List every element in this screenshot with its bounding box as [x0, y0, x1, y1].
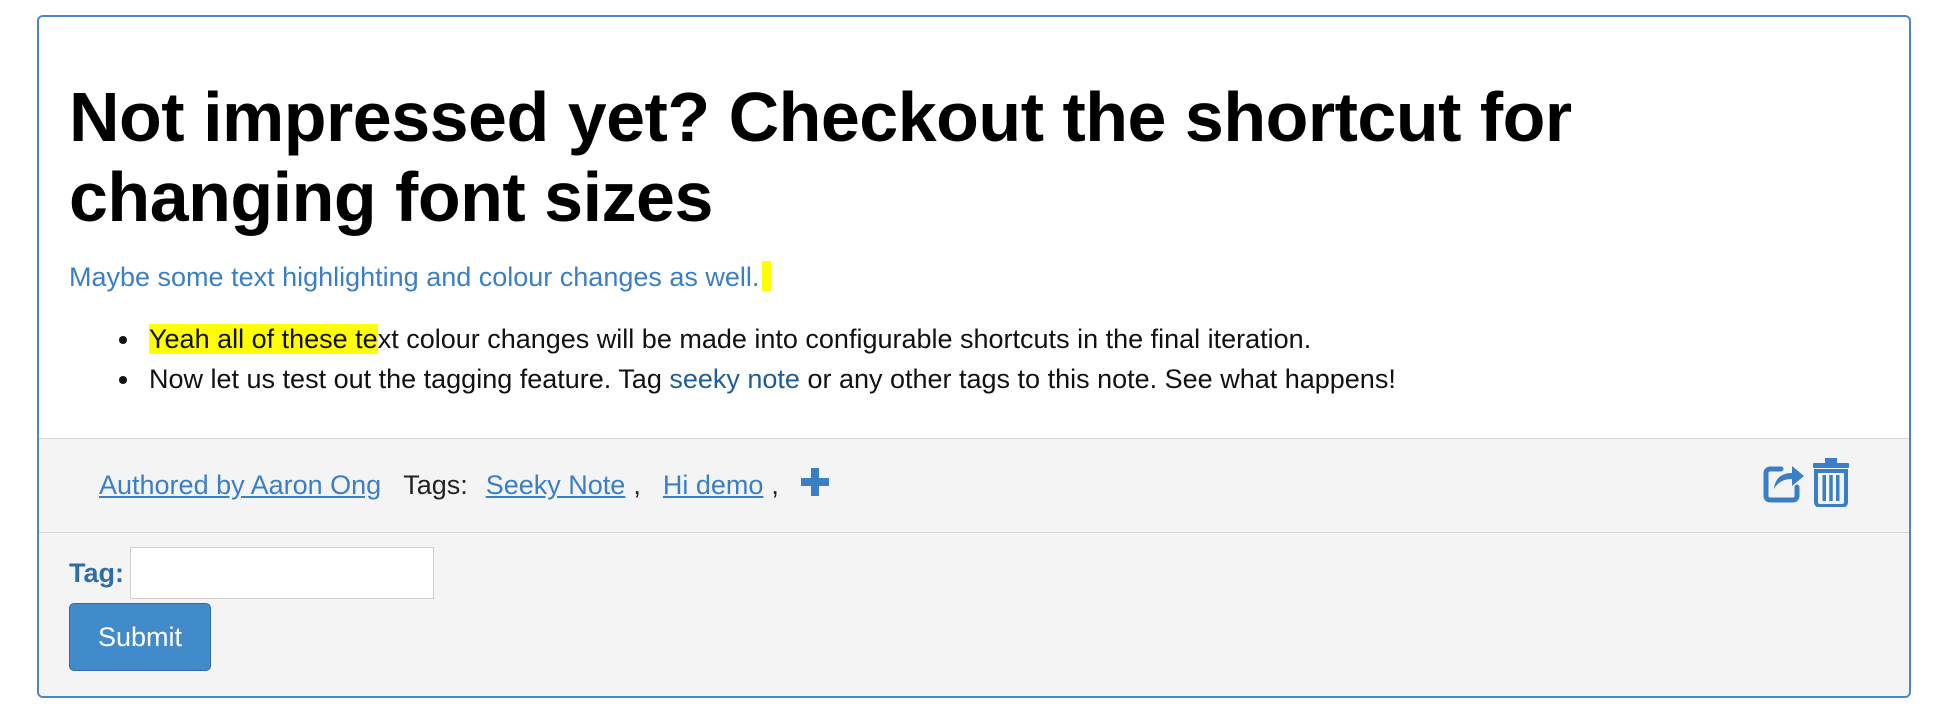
- tag-separator: ,: [633, 469, 641, 500]
- note-body: Not impressed yet? Checkout the shortcut…: [39, 17, 1909, 438]
- tag-row: Tag:: [69, 547, 434, 599]
- delete-button[interactable]: [1811, 457, 1851, 512]
- note-card: Not impressed yet? Checkout the shortcut…: [37, 15, 1911, 698]
- subtitle-text: Maybe some text highlighting and colour …: [69, 262, 760, 292]
- meta-row: Authored by Aaron Ong Tags: Seeky Note ,…: [99, 463, 829, 507]
- note-title: Not impressed yet? Checkout the shortcut…: [69, 78, 1572, 236]
- note-actions: [1761, 457, 1851, 512]
- bullet-text: xt colour changes will be made into conf…: [377, 324, 1312, 354]
- tag-input[interactable]: [130, 547, 434, 599]
- seeky-note-link[interactable]: seeky note: [669, 364, 800, 394]
- author-link[interactable]: Authored by Aaron Ong: [99, 470, 381, 501]
- list-item: Yeah all of these text colour changes wi…: [119, 319, 1396, 359]
- plus-icon: [800, 468, 829, 496]
- submit-button[interactable]: Submit: [69, 603, 211, 671]
- note-subtitle: Maybe some text highlighting and colour …: [69, 259, 772, 295]
- note-bullet-list: Yeah all of these text colour changes wi…: [119, 319, 1396, 399]
- share-icon: [1763, 466, 1804, 503]
- tag-form: Tag: Submit: [69, 547, 434, 671]
- tag-separator: ,: [771, 469, 779, 500]
- tags-label: Tags:: [403, 469, 468, 500]
- note-footer: Authored by Aaron Ong Tags: Seeky Note ,…: [39, 438, 1909, 696]
- meta-bar: Authored by Aaron Ong Tags: Seeky Note ,…: [39, 439, 1909, 533]
- add-tag-button[interactable]: [800, 468, 829, 502]
- list-item: Now let us test out the tagging feature.…: [119, 359, 1396, 399]
- bullet-text: or any other tags to this note. See what…: [799, 364, 1396, 394]
- share-button[interactable]: [1761, 459, 1807, 510]
- bullet-text: Now let us test out the tagging feature.…: [149, 364, 670, 394]
- text-cursor: [762, 261, 772, 291]
- highlighted-text: Yeah all of these te: [149, 324, 378, 354]
- tag-hi-demo[interactable]: Hi demo: [663, 470, 764, 501]
- trash-icon: [1813, 458, 1849, 508]
- tag-label: Tag:: [69, 557, 124, 588]
- tag-seeky-note[interactable]: Seeky Note: [486, 470, 626, 501]
